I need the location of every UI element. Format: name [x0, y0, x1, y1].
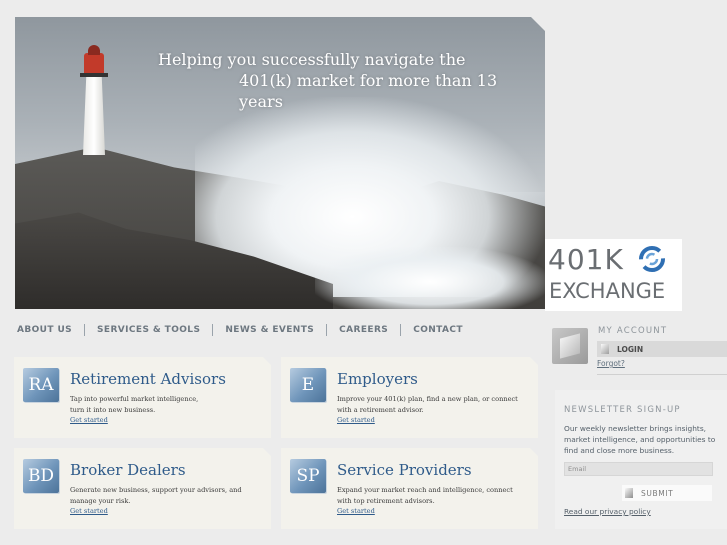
my-account-panel: MY ACCOUNT LOGIN Forgot?: [548, 320, 727, 375]
hero-corner-fold: [531, 17, 545, 31]
privacy-policy-link[interactable]: Read our privacy policy: [564, 507, 651, 516]
card-description: Expand your market reach and intelligenc…: [337, 486, 513, 505]
sp-badge-icon: SP: [290, 459, 326, 493]
card-title[interactable]: Service Providers: [337, 461, 472, 479]
get-started-link[interactable]: Get started: [70, 507, 108, 515]
lighthouse-image: [79, 45, 109, 155]
logo-text-401k: 401K: [548, 243, 624, 276]
hero-tagline-line1: Helping you successfully navigate the: [158, 50, 466, 69]
logo-text-exchange: EXCHANGE: [549, 279, 666, 303]
logo-swirl-icon: [639, 246, 665, 272]
email-field[interactable]: Email: [564, 462, 713, 476]
bd-badge-icon: BD: [23, 459, 59, 493]
submit-label: SUBMIT: [641, 489, 674, 498]
card-description: Tap into powerful market intelligence, t…: [70, 395, 199, 414]
forgot-password-link[interactable]: Forgot?: [597, 359, 625, 368]
card-description: Improve your 401(k) plan, find a new pla…: [337, 395, 518, 414]
get-started-link[interactable]: Get started: [70, 416, 108, 424]
card-employers[interactable]: E Employers Improve your 401(k) plan, fi…: [281, 357, 538, 438]
card-retirement-advisors[interactable]: RA Retirement Advisors Tap into powerful…: [14, 357, 271, 438]
login-button[interactable]: LOGIN: [597, 341, 727, 357]
nav-divider: [212, 324, 214, 336]
submit-arrow-icon: [625, 488, 633, 498]
account-icon: [552, 328, 588, 364]
nav-about-us[interactable]: ABOUT US: [17, 325, 72, 335]
card-service-providers[interactable]: SP Service Providers Expand your market …: [281, 448, 538, 529]
main-nav: ABOUT US SERVICES & TOOLS NEWS & EVENTS …: [17, 323, 463, 337]
hero-foam: [315, 247, 545, 309]
get-started-link[interactable]: Get started: [337, 416, 375, 424]
nav-divider: [84, 324, 86, 336]
ra-badge-icon: RA: [23, 368, 59, 402]
my-account-heading: MY ACCOUNT: [598, 326, 668, 336]
nav-news-events[interactable]: NEWS & EVENTS: [225, 325, 314, 335]
get-started-link[interactable]: Get started: [337, 507, 375, 515]
card-title[interactable]: Broker Dealers: [70, 461, 186, 479]
card-title[interactable]: Retirement Advisors: [70, 370, 226, 388]
newsletter-description: Our weekly newsletter brings insights, m…: [564, 424, 716, 455]
hero-tagline-line2: 401(k) market for more than 13 years: [239, 71, 498, 111]
nav-divider: [400, 324, 402, 336]
key-icon: [601, 344, 609, 354]
nav-contact[interactable]: CONTACT: [413, 325, 463, 335]
newsletter-panel: NEWSLETTER SIGN-UP Our weekly newsletter…: [555, 390, 727, 529]
submit-button[interactable]: SUBMIT: [622, 485, 712, 501]
nav-divider: [326, 324, 328, 336]
card-broker-dealers[interactable]: BD Broker Dealers Generate new business,…: [14, 448, 271, 529]
hero-banner: Helping you successfully navigate the 40…: [15, 17, 545, 309]
nav-careers[interactable]: CAREERS: [339, 325, 388, 335]
card-description: Generate new business, support your advi…: [70, 486, 242, 505]
site-logo[interactable]: 401K EXCHANGE: [545, 239, 682, 311]
login-label: LOGIN: [617, 345, 644, 354]
card-title[interactable]: Employers: [337, 370, 418, 388]
nav-services-tools[interactable]: SERVICES & TOOLS: [97, 325, 200, 335]
hero-tagline: Helping you successfully navigate the 40…: [158, 49, 545, 112]
divider: [597, 374, 727, 375]
newsletter-heading: NEWSLETTER SIGN-UP: [564, 405, 681, 415]
e-badge-icon: E: [290, 368, 326, 402]
